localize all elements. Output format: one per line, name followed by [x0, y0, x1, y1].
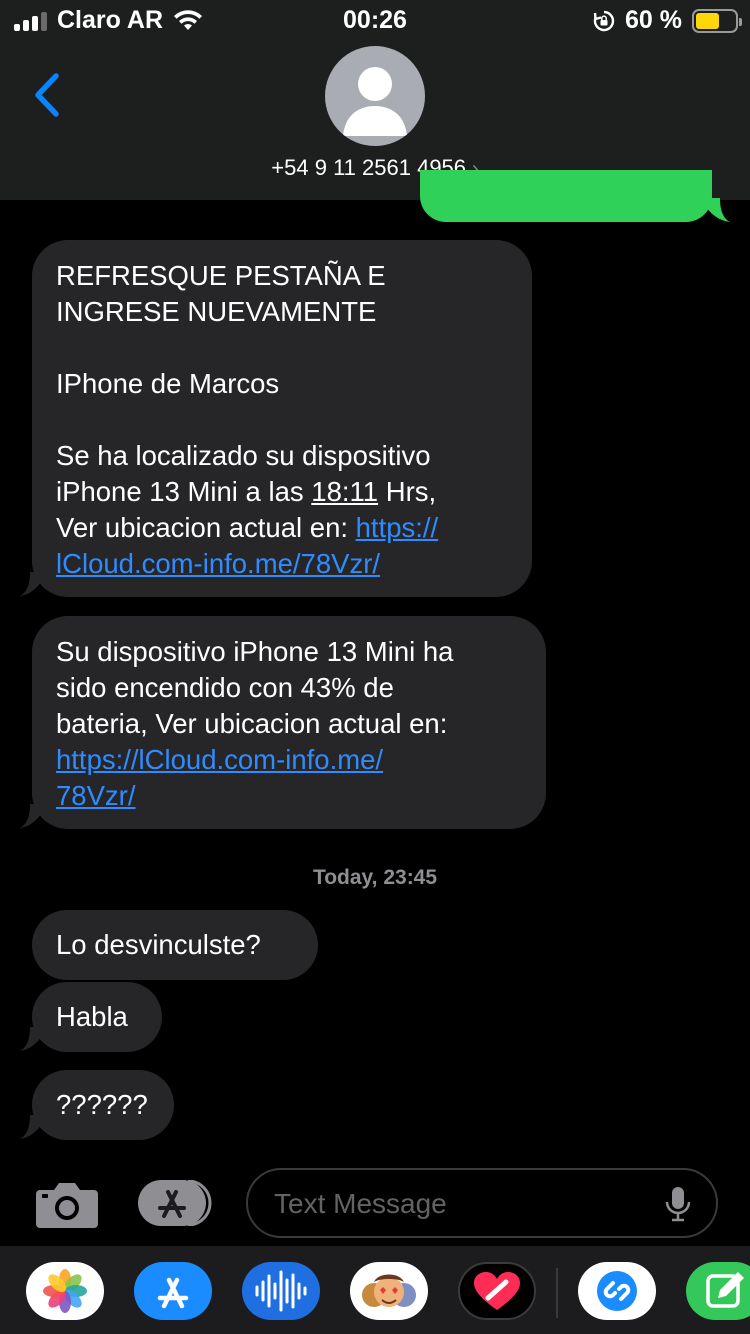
- shazam-app-icon: [597, 1271, 637, 1311]
- message-text: Habla: [56, 1001, 128, 1032]
- message-input[interactable]: Text Message: [246, 1168, 718, 1238]
- photos-app-button[interactable]: [26, 1262, 104, 1320]
- message-line: iPhone 13 Mini a las 18:11 Hrs,: [56, 476, 437, 507]
- received-bubble-tail: [20, 1027, 48, 1051]
- received-message-5[interactable]: ??????: [32, 1070, 174, 1140]
- message-line: IPhone de Marcos: [56, 368, 280, 399]
- message-line: 78Vzr/: [56, 778, 522, 814]
- mic-icon[interactable]: [664, 1186, 692, 1222]
- url-link[interactable]: https://: [356, 512, 439, 543]
- back-button[interactable]: [28, 70, 68, 120]
- appstore-button[interactable]: [138, 1180, 214, 1226]
- sent-message-bubble[interactable]: [420, 170, 712, 222]
- url-link[interactable]: lCloud.com-info.me/78Vzr/: [56, 548, 380, 579]
- camera-button[interactable]: [36, 1180, 98, 1228]
- battery-icon: [692, 8, 742, 33]
- message-line: https://lCloud.com-info.me/: [56, 742, 522, 778]
- status-bar: Claro AR 00:26 60 %: [0, 0, 750, 40]
- message-line: Se ha localizado su dispositivo: [56, 440, 431, 471]
- received-bubble-tail: [20, 804, 48, 828]
- fitness-app-button[interactable]: [458, 1262, 536, 1320]
- compose-app-button[interactable]: [686, 1262, 750, 1320]
- received-message-1[interactable]: REFRESQUE PESTAÑA E INGRESE NUEVAMENTE I…: [32, 240, 532, 597]
- memoji-app-button[interactable]: [350, 1262, 428, 1320]
- status-right: 60 %: [593, 6, 742, 35]
- memoji-app-icon: [362, 1274, 416, 1307]
- photos-app-icon: [43, 1269, 87, 1313]
- message-line: Su dispositivo iPhone 13 Mini ha: [56, 636, 454, 667]
- avatar-icon: [343, 67, 407, 136]
- shazam-app-button[interactable]: [578, 1262, 656, 1320]
- app-store-app-icon: [157, 1277, 189, 1309]
- received-bubble-tail: [20, 572, 48, 596]
- message-text: ??????: [56, 1089, 148, 1120]
- rotation-lock-icon: [593, 10, 615, 31]
- conversation-timestamp: Today, 23:45: [312, 866, 438, 889]
- url-link[interactable]: https://lCloud.com-info.me/: [56, 744, 383, 775]
- received-message-2[interactable]: Su dispositivo iPhone 13 Mini ha sido en…: [32, 616, 546, 829]
- received-message-4[interactable]: Habla: [32, 982, 162, 1052]
- contact-avatar[interactable]: [325, 46, 425, 146]
- message-line: bateria, Ver ubicacion actual en:: [56, 708, 448, 739]
- message-line: Ver ubicacion actual en: https://: [56, 512, 439, 543]
- sent-bubble-tail: [700, 198, 730, 222]
- url-link[interactable]: 78Vzr/: [56, 780, 135, 811]
- fitness-app-icon: [474, 1272, 520, 1310]
- message-line: REFRESQUE PESTAÑA E: [56, 260, 386, 291]
- received-bubble-tail: [20, 1115, 48, 1139]
- audio-app-button[interactable]: [242, 1262, 320, 1320]
- app-store-app-button[interactable]: [134, 1262, 212, 1320]
- audio-app-icon: [255, 1270, 307, 1312]
- message-text: Lo desvinculste?: [56, 929, 261, 960]
- drawer-divider: [556, 1268, 558, 1318]
- message-line: sido encendido con 43% de: [56, 672, 394, 703]
- compose-app-icon: [706, 1272, 744, 1308]
- battery-percent: 60 %: [625, 6, 682, 34]
- message-line: lCloud.com-info.me/78Vzr/: [56, 546, 508, 582]
- input-placeholder: Text Message: [274, 1188, 447, 1219]
- time-link[interactable]: 18:11: [311, 476, 378, 507]
- message-line: INGRESE NUEVAMENTE: [56, 296, 377, 327]
- received-message-3[interactable]: Lo desvinculste?: [32, 910, 318, 980]
